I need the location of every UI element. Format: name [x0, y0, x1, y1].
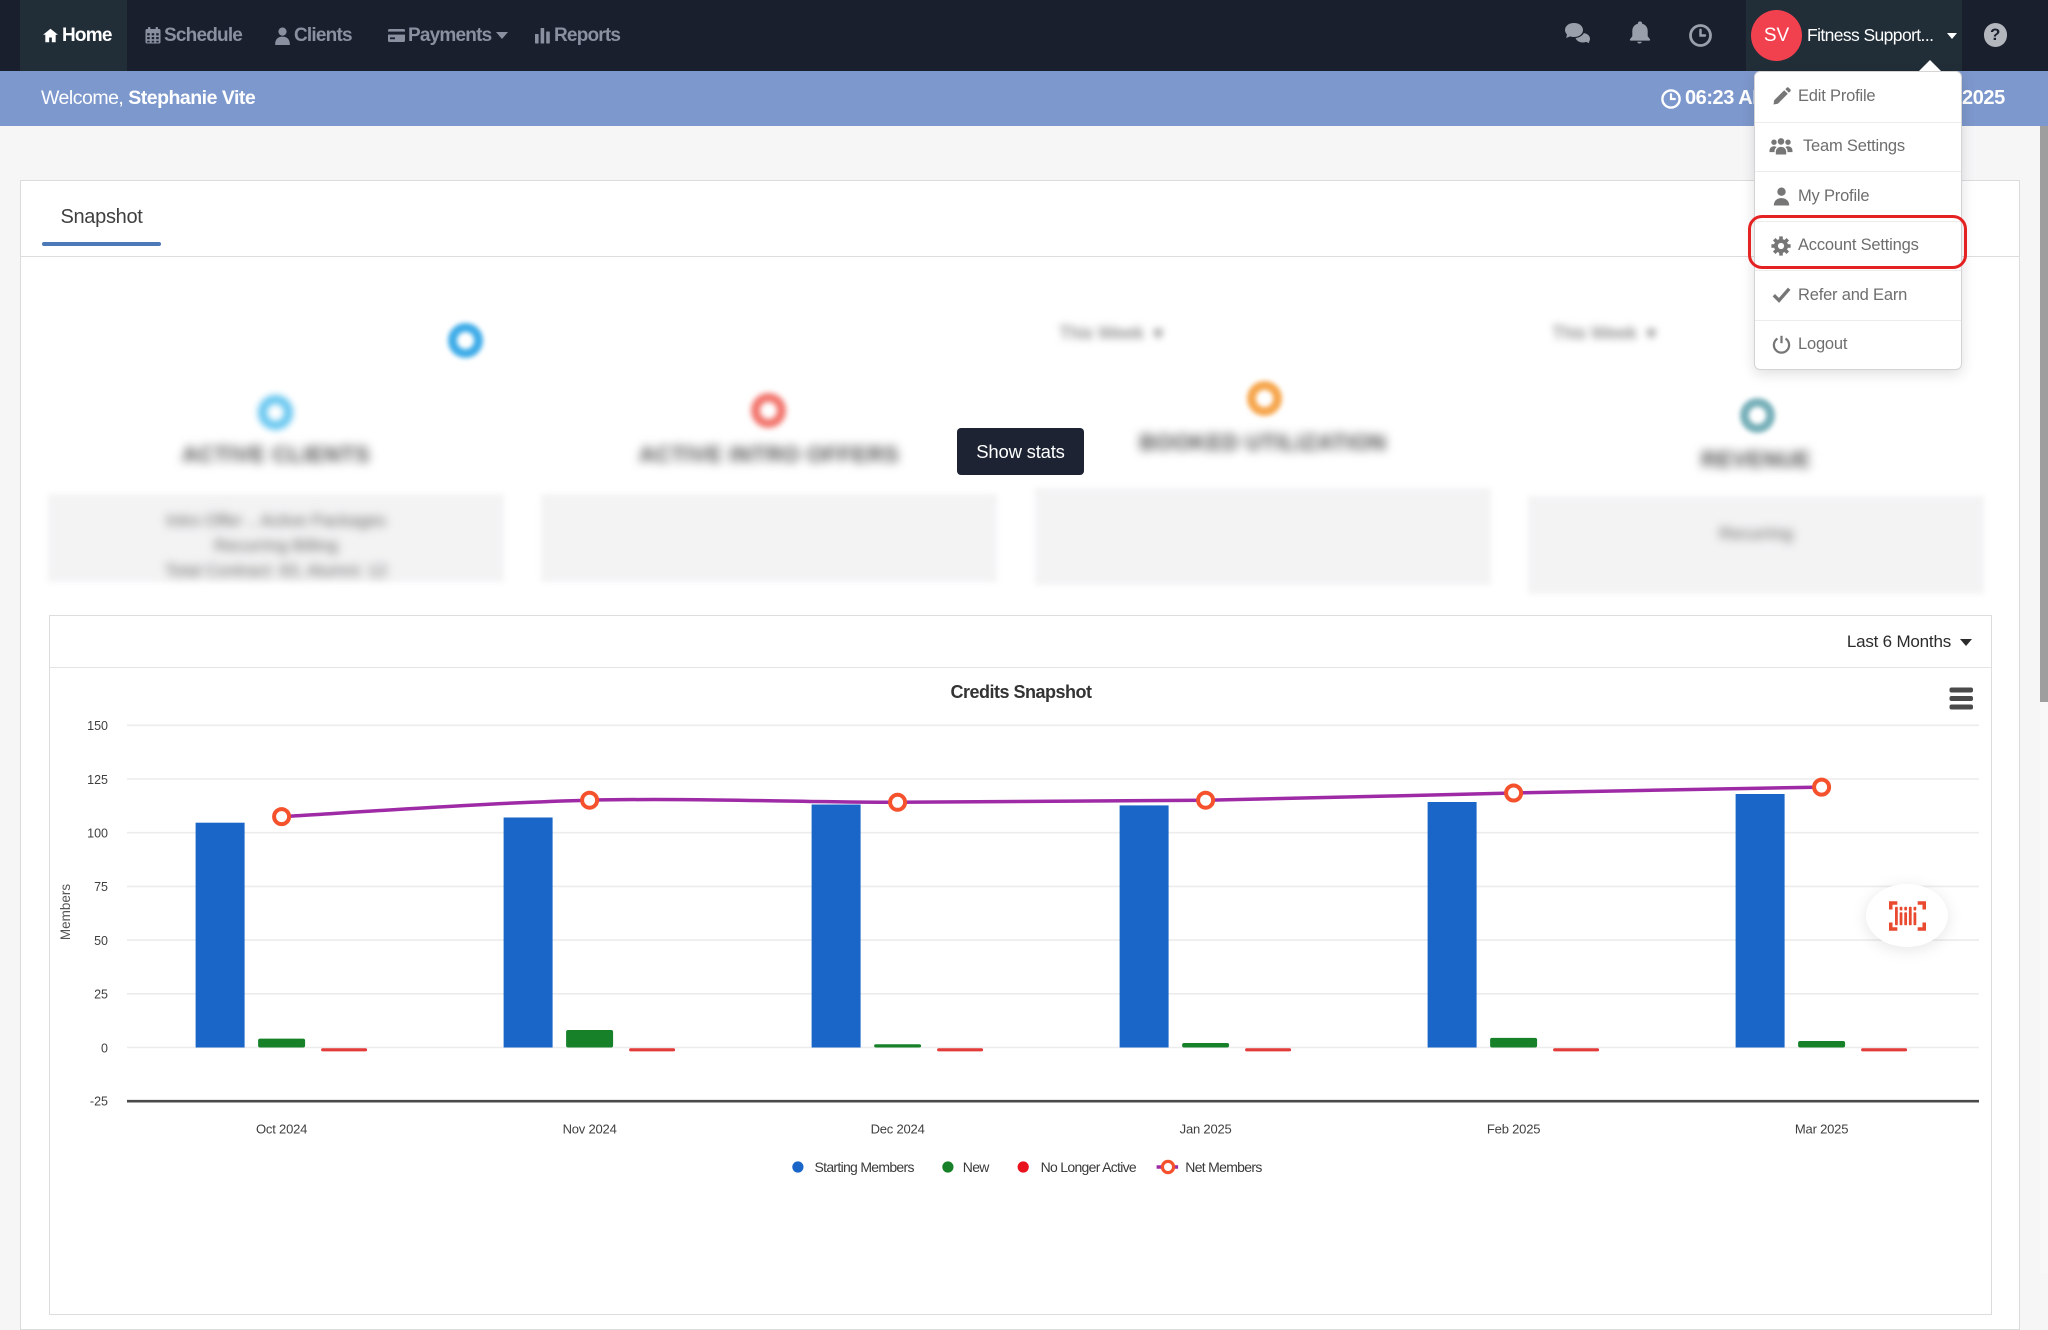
svg-text:New: New [963, 1159, 990, 1175]
svg-text:Jan 2025: Jan 2025 [1180, 1122, 1232, 1137]
svg-text:25: 25 [94, 988, 108, 1002]
svg-text:100: 100 [87, 827, 108, 841]
svg-text:Net Members: Net Members [1185, 1159, 1262, 1175]
svg-text:50: 50 [94, 934, 108, 948]
svg-text:Dec 2024: Dec 2024 [871, 1122, 925, 1137]
svg-text:Credits Snapshot: Credits Snapshot [950, 682, 1092, 702]
svg-text:-25: -25 [90, 1095, 108, 1109]
svg-text:Starting Members: Starting Members [815, 1159, 915, 1175]
svg-text:Members: Members [58, 884, 73, 941]
svg-text:125: 125 [87, 773, 108, 787]
svg-text:Nov 2024: Nov 2024 [563, 1122, 617, 1137]
svg-text:No Longer Active: No Longer Active [1041, 1159, 1137, 1175]
svg-text:75: 75 [94, 880, 108, 894]
svg-text:150: 150 [87, 719, 108, 733]
svg-text:Oct 2024: Oct 2024 [256, 1122, 307, 1137]
svg-text:Mar 2025: Mar 2025 [1795, 1122, 1848, 1137]
svg-text:0: 0 [101, 1041, 108, 1055]
svg-text:Feb 2025: Feb 2025 [1487, 1122, 1540, 1137]
